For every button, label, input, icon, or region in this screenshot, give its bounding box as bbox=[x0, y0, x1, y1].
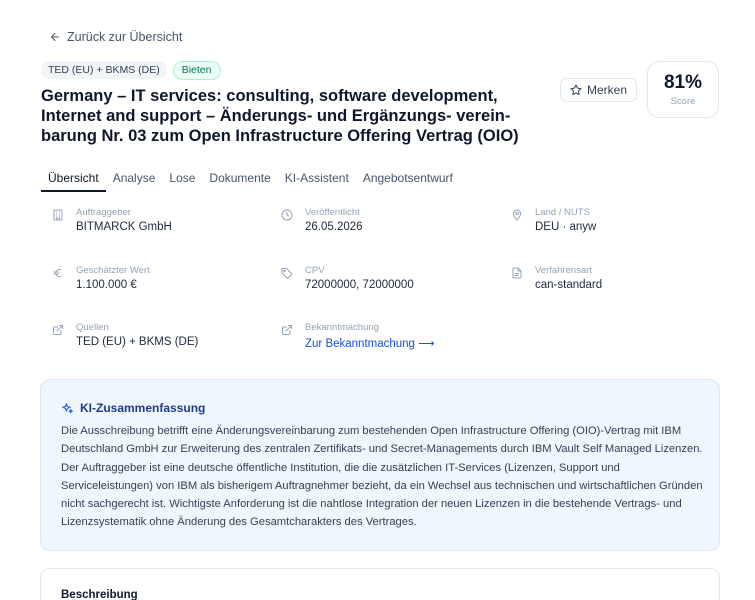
map-pin-icon bbox=[512, 209, 522, 221]
tab-angebotsentwurf[interactable]: Angebotsentwurf bbox=[356, 166, 460, 192]
euro-icon bbox=[53, 269, 62, 277]
sparkles-icon bbox=[62, 402, 73, 413]
meta-value: BITMARCK GmbH bbox=[76, 221, 172, 233]
status-badge: Bieten bbox=[172, 61, 221, 80]
tag-icon bbox=[281, 268, 293, 279]
meta-value: can-standard bbox=[535, 279, 603, 291]
tab-lose[interactable]: Lose bbox=[162, 166, 202, 192]
score-box: 81% Score bbox=[647, 61, 719, 118]
meta-value: 26.05.2026 bbox=[305, 221, 363, 233]
star-icon bbox=[570, 84, 582, 95]
meta-label: Bekanntmachung bbox=[305, 322, 379, 333]
source-badge: TED (EU) + BKMS (DE) bbox=[41, 61, 167, 79]
bookmark-label: Merken bbox=[586, 83, 627, 97]
meta-label: Veröffentlicht bbox=[305, 207, 360, 218]
meta-label: CPV bbox=[305, 265, 325, 276]
meta-label: Quellen bbox=[76, 322, 109, 333]
meta-label: Auftraggeber bbox=[76, 207, 131, 218]
score-value: 81% bbox=[663, 72, 703, 93]
clock-icon bbox=[281, 209, 293, 221]
meta-value: 1.100.000 € bbox=[76, 279, 137, 291]
description-title: Beschreibung bbox=[61, 589, 138, 600]
score-label: Score bbox=[670, 96, 696, 107]
meta-value: TED (EU) + BKMS (DE) bbox=[76, 336, 199, 348]
meta-label: Verfahrensart bbox=[535, 265, 593, 276]
external-link-icon bbox=[282, 325, 292, 335]
description-card: Beschreibung bbox=[40, 568, 720, 600]
bekanntmachung-link[interactable]: Zur Bekanntmachung ⟶ bbox=[305, 336, 435, 350]
ai-summary-text: Die Ausschreibung betrifft eine Änderung… bbox=[61, 425, 703, 529]
meta-value: 72000000, 72000000 bbox=[305, 279, 414, 291]
arrow-left-icon bbox=[51, 33, 59, 41]
tab-ki-assistent[interactable]: KI-Assistent bbox=[278, 166, 356, 192]
badge-row: TED (EU) + BKMS (DE) Bieten bbox=[41, 61, 221, 80]
meta-value: DEU · anyw bbox=[535, 221, 597, 233]
page-title: Germany – IT services: consulting, softw… bbox=[41, 87, 519, 145]
tab-analyse[interactable]: Analyse bbox=[106, 166, 163, 192]
meta-label: Land / NUTS bbox=[535, 207, 590, 218]
back-link-label: Zurück zur Übersicht bbox=[67, 30, 183, 44]
ai-summary-title-text: KI-Zusammenfassung bbox=[80, 401, 206, 415]
file-icon bbox=[512, 267, 522, 279]
ai-summary-card: KI-Zusammenfassung Die Ausschreibung bet… bbox=[40, 379, 720, 551]
ai-summary-title: KI-Zusammenfassung bbox=[61, 401, 205, 415]
meta-label: Geschätzter Wert bbox=[76, 265, 150, 276]
bookmark-button[interactable]: Merken bbox=[560, 78, 637, 102]
building-icon bbox=[53, 209, 63, 221]
external-link-icon bbox=[53, 325, 63, 335]
tab-bar: Übersicht Analyse Lose Dokumente KI-Assi… bbox=[41, 166, 460, 192]
back-link[interactable]: Zurück zur Übersicht bbox=[49, 30, 182, 44]
tab-uebersicht[interactable]: Übersicht bbox=[41, 166, 106, 192]
tab-dokumente[interactable]: Dokumente bbox=[202, 166, 277, 192]
